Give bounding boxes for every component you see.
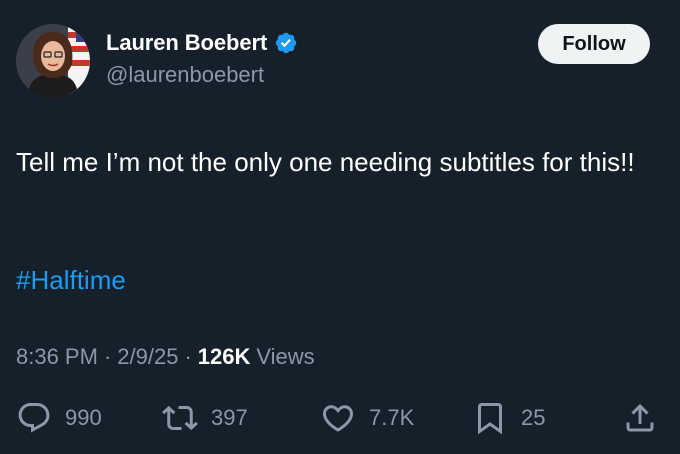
tweet-meta: 8:36 PM · 2/9/25 · 126K Views — [16, 344, 315, 370]
hashtag-link[interactable]: #Halftime — [16, 261, 126, 299]
avatar-image — [16, 24, 90, 98]
bookmark-button[interactable]: 25 — [472, 400, 545, 436]
author-display-name[interactable]: Lauren Boebert — [106, 30, 267, 56]
tweet-date[interactable]: 2/9/25 — [117, 344, 178, 370]
reply-button[interactable]: 990 — [16, 400, 102, 436]
tweet-text: Tell me I’m not the only one needing sub… — [16, 147, 635, 177]
retweet-button[interactable]: 397 — [162, 400, 248, 436]
reply-count: 990 — [65, 405, 102, 430]
meta-separator: · — [103, 344, 112, 369]
retweet-icon — [162, 405, 198, 431]
bookmark-icon — [478, 403, 502, 435]
tweet-card: Lauren Boebert @laurenboebert Follow Tel… — [0, 0, 680, 454]
heart-icon — [322, 405, 354, 432]
like-count: 7.7K — [369, 405, 415, 430]
tweet-time[interactable]: 8:36 PM — [16, 344, 98, 370]
share-button[interactable] — [622, 400, 658, 436]
author-handle[interactable]: @laurenboebert — [106, 62, 264, 88]
bookmark-count: 25 — [521, 405, 546, 430]
avatar[interactable] — [16, 24, 90, 98]
views-label: Views — [256, 344, 315, 369]
retweet-count: 397 — [211, 405, 248, 430]
like-button[interactable]: 7.7K — [320, 400, 414, 436]
meta-separator: · — [184, 344, 192, 369]
author-name-row: Lauren Boebert — [106, 30, 298, 56]
views-count: 126K — [197, 344, 251, 369]
follow-button[interactable]: Follow — [538, 24, 650, 64]
share-icon — [626, 403, 654, 432]
verified-badge-icon — [275, 32, 297, 54]
reply-icon — [18, 403, 50, 433]
